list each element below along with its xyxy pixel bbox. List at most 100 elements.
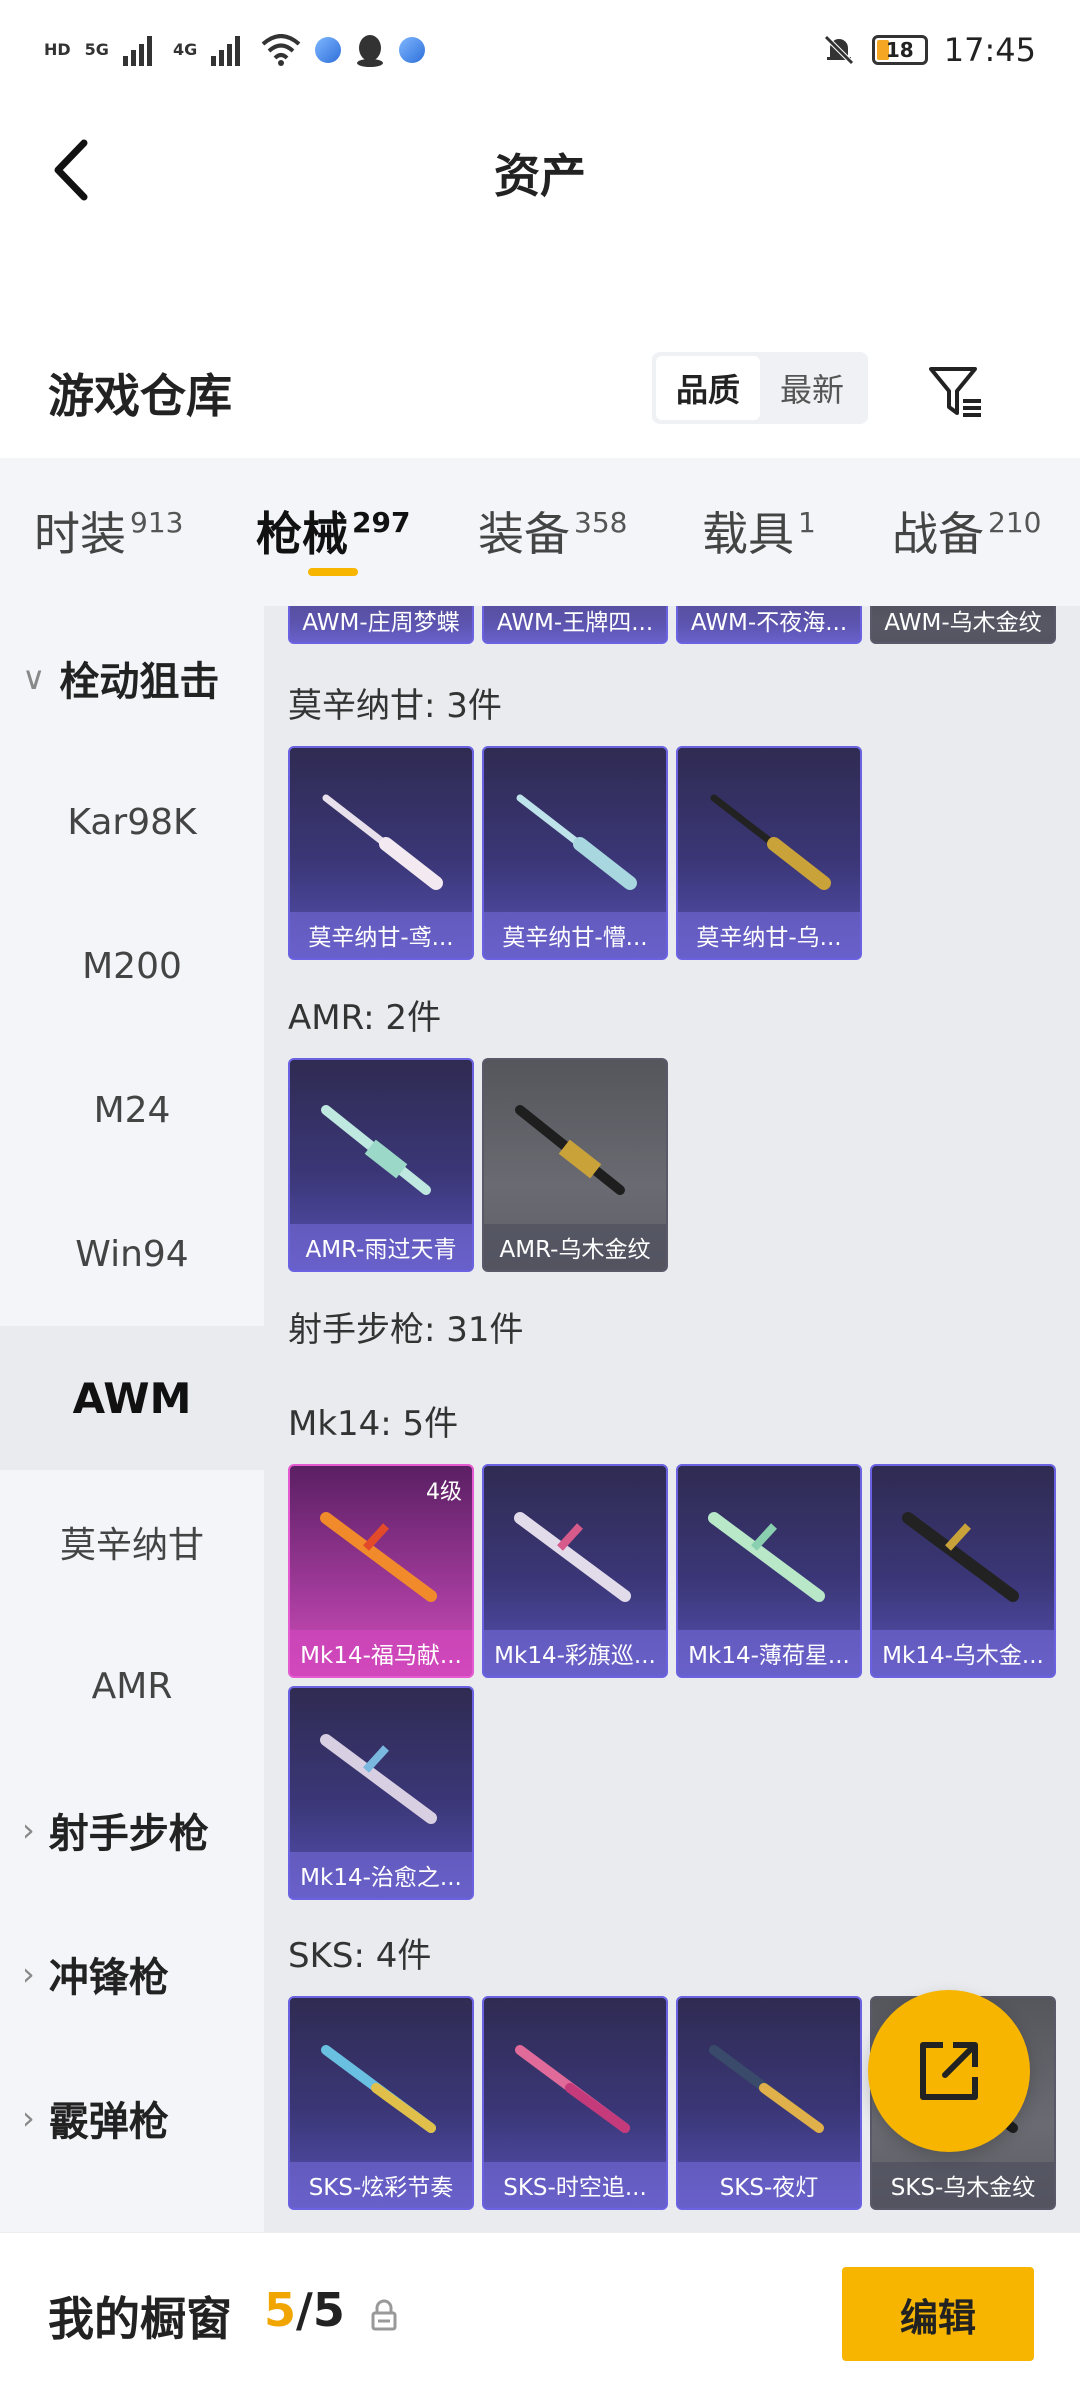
tab-equipment[interactable]: 装备 358 bbox=[478, 498, 627, 564]
group-label-sks: SKS: 4件 bbox=[288, 1936, 432, 1976]
sidebar-item-m24[interactable]: M24 bbox=[0, 1038, 264, 1182]
sort-by-latest-button[interactable]: 最新 bbox=[760, 356, 864, 420]
card-name: 莫辛纳甘-鸢... bbox=[290, 912, 472, 958]
card-name: AWM-不夜海... bbox=[678, 606, 860, 642]
tab-gear[interactable]: 战备 210 bbox=[892, 498, 1041, 564]
edit-button[interactable]: 编辑 bbox=[842, 2267, 1034, 2361]
bell-muted-icon bbox=[824, 35, 854, 65]
app-notification-icon-2 bbox=[399, 37, 426, 63]
status-bar: HD 5G 4G 18 17:45 bbox=[0, 0, 1080, 100]
weapon-card[interactable]: Mk14-彩旗巡... bbox=[482, 1464, 668, 1678]
weapon-sidebar: ∨ 栓动狙击 Kar98K M200 M24 Win94 AWM 莫辛纳甘 AMR… bbox=[0, 606, 264, 2232]
card-name: AMR-乌木金纹 bbox=[484, 1224, 666, 1270]
showcase-count-separator: / bbox=[296, 2283, 313, 2337]
tab-label: 战备 bbox=[892, 507, 984, 561]
status-right: 18 17:45 bbox=[822, 31, 1036, 69]
chevron-right-icon: › bbox=[22, 1811, 35, 1849]
weapon-card[interactable]: SKS-夜灯 bbox=[676, 1996, 862, 2210]
sidebar-group-bolt-action[interactable]: ∨ 栓动狙击 bbox=[0, 606, 264, 750]
network-5g-label: 5G bbox=[84, 40, 109, 59]
weapon-card[interactable]: AWM-庄周梦蝶 bbox=[288, 606, 474, 644]
group-label-mosin: 莫辛纳甘: 3件 bbox=[288, 686, 502, 726]
card-name: SKS-时空追... bbox=[484, 2162, 666, 2208]
weapon-card[interactable]: Mk14-乌木金... bbox=[870, 1464, 1056, 1678]
app-notification-icon bbox=[315, 37, 342, 63]
tab-count: 297 bbox=[352, 506, 411, 539]
weapon-card[interactable]: 4级 Mk14-福马献... bbox=[288, 1464, 474, 1678]
rifle-icon bbox=[708, 1512, 825, 1602]
tab-vehicles[interactable]: 载具 1 bbox=[702, 498, 816, 564]
sidebar-group-label: 射手步枪 bbox=[48, 1811, 209, 1857]
rifle-icon bbox=[709, 2045, 824, 2133]
weapon-card[interactable]: AWM-乌木金纹 bbox=[870, 606, 1056, 644]
weapon-card[interactable]: AWM-不夜海... bbox=[676, 606, 862, 644]
sidebar-group-dmr[interactable]: › 射手步枪 bbox=[0, 1758, 264, 1902]
tab-label: 载具 bbox=[702, 507, 794, 561]
chevron-right-icon: › bbox=[22, 1955, 35, 1993]
group-label-dmr: 射手步枪: 31件 bbox=[288, 1310, 524, 1350]
sidebar-item-win94[interactable]: Win94 bbox=[0, 1182, 264, 1326]
chevron-down-icon: ∨ bbox=[22, 659, 46, 697]
weapon-card[interactable]: 莫辛纳甘-懵... bbox=[482, 746, 668, 960]
share-fab-button[interactable] bbox=[868, 1990, 1030, 2152]
battery-level: 18 bbox=[885, 38, 914, 62]
weapon-card[interactable]: 莫辛纳甘-乌... bbox=[676, 746, 862, 960]
sidebar-item-awm[interactable]: AWM bbox=[0, 1326, 264, 1470]
weapon-card[interactable]: Mk14-治愈之... bbox=[288, 1686, 474, 1900]
showcase-title: 我的橱窗 bbox=[48, 2292, 232, 2346]
weapon-card[interactable]: SKS-炫彩节奏 bbox=[288, 1996, 474, 2210]
share-icon bbox=[920, 2042, 978, 2100]
group-label-mk14: Mk14: 5件 bbox=[288, 1404, 459, 1444]
lock-icon bbox=[371, 2299, 397, 2331]
card-name: Mk14-乌木金... bbox=[872, 1630, 1054, 1676]
weapon-content: AWM-庄周梦蝶 AWM-王牌四... AWM-不夜海... AWM-乌木金纹 … bbox=[264, 606, 1080, 2232]
rifle-icon bbox=[320, 1734, 437, 1824]
card-name: SKS-炫彩节奏 bbox=[290, 2162, 472, 2208]
tab-fashion[interactable]: 时装 913 bbox=[34, 498, 183, 564]
rifle-icon bbox=[515, 1105, 625, 1195]
sort-toggle: 品质 最新 bbox=[652, 352, 868, 424]
card-name: AWM-乌木金纹 bbox=[872, 606, 1054, 642]
weapon-card[interactable]: AMR-乌木金纹 bbox=[482, 1058, 668, 1272]
weapon-card[interactable]: 莫辛纳甘-鸢... bbox=[288, 746, 474, 960]
weapon-card[interactable]: SKS-时空追... bbox=[482, 1996, 668, 2210]
rifle-icon bbox=[710, 794, 831, 890]
sidebar-item-mosin[interactable]: 莫辛纳甘 bbox=[0, 1470, 264, 1614]
sort-by-quality-button[interactable]: 品质 bbox=[656, 356, 760, 420]
filter-button[interactable] bbox=[920, 356, 990, 426]
hd-label: HD bbox=[44, 40, 71, 59]
rifle-icon bbox=[515, 2045, 630, 2133]
active-tab-indicator bbox=[308, 568, 358, 576]
card-name: 莫辛纳甘-乌... bbox=[678, 912, 860, 958]
card-name: AMR-雨过天青 bbox=[290, 1224, 472, 1270]
showcase-count-current: 5 bbox=[264, 2283, 297, 2337]
battery-icon: 18 bbox=[871, 35, 928, 65]
rifle-icon bbox=[321, 2045, 436, 2133]
signal-5g-icon bbox=[122, 34, 159, 66]
sidebar-group-smg[interactable]: › 冲锋枪 bbox=[0, 1902, 264, 2046]
clock: 17:45 bbox=[943, 31, 1036, 69]
card-name: Mk14-薄荷星... bbox=[678, 1630, 860, 1676]
sidebar-item-m200[interactable]: M200 bbox=[0, 894, 264, 1038]
sidebar-group-label: 冲锋枪 bbox=[48, 1955, 169, 2001]
weapon-card[interactable]: AWM-王牌四... bbox=[482, 606, 668, 644]
tab-label: 枪械 bbox=[256, 507, 348, 561]
tab-count: 210 bbox=[988, 506, 1042, 539]
sidebar-group-label: 霰弹枪 bbox=[48, 2099, 169, 2145]
rifle-icon bbox=[514, 1512, 631, 1602]
tab-count: 1 bbox=[798, 506, 816, 539]
tab-guns[interactable]: 枪械 297 bbox=[256, 498, 410, 564]
section-title: 游戏仓库 bbox=[48, 369, 232, 423]
weapon-card[interactable]: AMR-雨过天青 bbox=[288, 1058, 474, 1272]
sidebar-item-kar98k[interactable]: Kar98K bbox=[0, 750, 264, 894]
rifle-icon bbox=[902, 1512, 1019, 1602]
filter-icon bbox=[929, 367, 981, 417]
sidebar-group-shotgun[interactable]: › 霰弹枪 bbox=[0, 2046, 264, 2190]
sidebar-item-amr[interactable]: AMR bbox=[0, 1614, 264, 1758]
tab-count: 913 bbox=[130, 506, 184, 539]
nav-header: 资产 bbox=[0, 100, 1080, 240]
tab-label: 装备 bbox=[478, 507, 570, 561]
weapon-card[interactable]: Mk14-薄荷星... bbox=[676, 1464, 862, 1678]
showcase-count: 5/5 bbox=[264, 2283, 345, 2337]
rifle-icon bbox=[320, 1512, 437, 1602]
